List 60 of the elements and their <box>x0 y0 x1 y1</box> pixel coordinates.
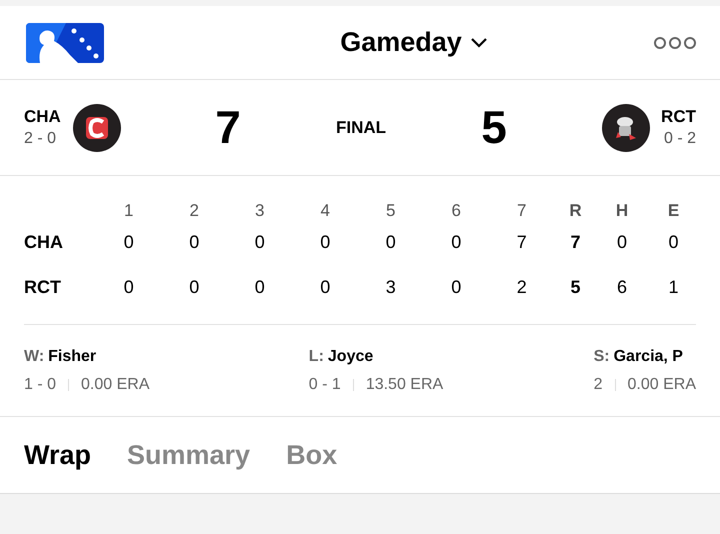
inning-score: 7 <box>516 231 527 254</box>
team-abbreviation: RCT <box>24 276 61 299</box>
total-score: 7 <box>570 231 580 254</box>
team-abbreviation: CHA <box>24 106 62 128</box>
inning-header: 2 <box>190 200 199 222</box>
team-record: 2 - 0 <box>24 128 58 148</box>
team-abbreviation: CHA <box>24 231 63 254</box>
gameday-dropdown[interactable]: Gameday <box>340 22 488 63</box>
decision-label: S: <box>594 346 610 366</box>
total-score: 5 <box>570 276 580 299</box>
chevron-down-icon <box>470 36 488 48</box>
total-header: H <box>616 200 628 222</box>
inning-header: 3 <box>255 200 264 222</box>
pitcher-era: 13.50 ERA <box>366 374 444 394</box>
more-options-icon[interactable] <box>654 36 696 50</box>
pitcher-name: Joyce <box>328 346 374 366</box>
pitcher-record: 1 - 0 <box>24 374 56 394</box>
team-logo-icon <box>73 104 121 152</box>
decision-label: W: <box>24 346 44 366</box>
inning-score: 0 <box>254 276 265 299</box>
inning-score: 0 <box>451 276 462 299</box>
logo-icon[interactable] <box>26 22 104 62</box>
total-header: R <box>569 200 582 222</box>
pitcher-era: 0.00 ERA <box>81 374 150 394</box>
total-score: 6 <box>616 276 627 299</box>
tab[interactable]: Wrap <box>24 434 92 476</box>
inning-score: 0 <box>320 231 330 254</box>
team-abbreviation: RCT <box>661 106 696 128</box>
inning-header: 1 <box>124 200 134 222</box>
total-score: 0 <box>668 231 678 254</box>
inning-score: 0 <box>254 231 265 254</box>
team-record: 0 - 2 <box>664 128 696 148</box>
inning-score: 0 <box>189 231 200 254</box>
pitcher-name: Garcia, P <box>614 346 683 366</box>
game-status: FINAL <box>334 116 388 139</box>
team-score: 7 <box>214 100 242 155</box>
pitcher-record: 0 - 1 <box>308 374 341 394</box>
inning-score: 0 <box>451 231 462 254</box>
inning-header: 5 <box>386 200 396 222</box>
pitcher-name: Fisher <box>48 346 96 366</box>
inning-score: 2 <box>516 276 527 299</box>
team-score: 5 <box>480 100 508 155</box>
inning-score: 0 <box>124 231 134 254</box>
decision-label: L: <box>308 346 324 366</box>
team-logo-icon <box>602 104 650 152</box>
tab[interactable]: Box <box>286 434 338 476</box>
inning-header: 7 <box>517 200 526 222</box>
pitcher-era: 0.00 ERA <box>628 374 696 394</box>
total-header: E <box>668 200 680 222</box>
tab[interactable]: Summary <box>127 434 250 476</box>
inning-score: 3 <box>386 276 396 299</box>
total-score: 0 <box>616 231 627 254</box>
inning-score: 0 <box>124 276 134 299</box>
total-score: 1 <box>668 276 678 299</box>
inning-score: 0 <box>386 231 396 254</box>
pitcher-record: 2 <box>594 374 602 394</box>
inning-header: 4 <box>320 200 330 222</box>
inning-header: 6 <box>452 200 461 222</box>
inning-score: 0 <box>320 276 330 299</box>
inning-score: 0 <box>189 276 200 299</box>
